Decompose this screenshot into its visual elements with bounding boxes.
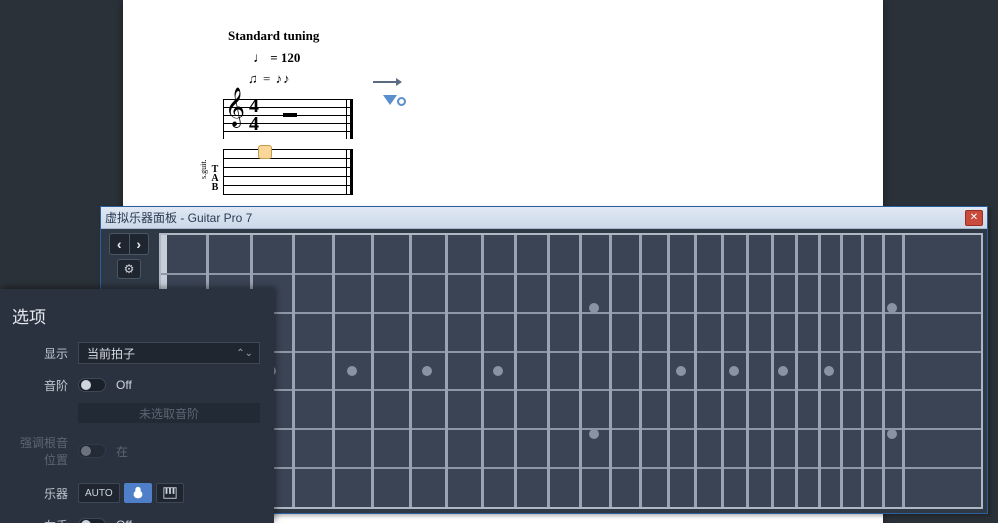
- string-4[interactable]: [161, 389, 981, 391]
- instrument-guitar-button[interactable]: [124, 483, 152, 503]
- fret-6: [409, 235, 412, 507]
- tempo-value: = 120: [270, 50, 300, 65]
- fret-9: [514, 235, 517, 507]
- scale-state: Off: [116, 378, 132, 392]
- string-1[interactable]: [161, 273, 981, 275]
- fret-21: [840, 235, 843, 507]
- gear-icon: ⚙: [124, 262, 135, 276]
- window-titlebar[interactable]: 虚拟乐器面板 - Guitar Pro 7 ✕: [101, 207, 987, 229]
- notation-staff[interactable]: 𝄞 44: [223, 99, 353, 139]
- nav-next-button[interactable]: ›: [130, 234, 149, 254]
- string-5[interactable]: [161, 428, 981, 430]
- string-3[interactable]: [161, 351, 981, 353]
- close-icon: ✕: [970, 212, 978, 223]
- fret-7: [445, 235, 448, 507]
- lefthand-state: Off: [116, 518, 132, 523]
- tab-staff[interactable]: s.guit. TAB: [223, 149, 353, 195]
- string-6[interactable]: [161, 467, 981, 469]
- fret-19: [795, 235, 798, 507]
- instrument-segment-group: AUTO: [78, 483, 184, 503]
- fret-20: [818, 235, 821, 507]
- fret-16: [721, 235, 724, 507]
- inlay-dot: [778, 366, 788, 376]
- instrument-piano-button[interactable]: [156, 483, 184, 503]
- inlay-dot: [887, 429, 897, 439]
- fret-5: [371, 235, 374, 507]
- fret-22: [861, 235, 864, 507]
- inlay-dot: [347, 366, 357, 376]
- fret-17: [746, 235, 749, 507]
- fretboard[interactable]: [159, 233, 983, 509]
- instrument-auto-button[interactable]: AUTO: [78, 483, 120, 503]
- inlay-dot: [589, 303, 599, 313]
- tuning-label: Standard tuning: [228, 28, 428, 44]
- track-label: s.guit.: [199, 159, 208, 179]
- fret-24: [902, 235, 905, 507]
- fret-10: [547, 235, 550, 507]
- chevron-updown-icon: ⌃⌄: [236, 348, 253, 359]
- quarter-note-icon: ♩: [253, 51, 267, 66]
- display-label: 显示: [12, 345, 68, 362]
- fret-23: [882, 235, 885, 507]
- inlay-dot: [676, 366, 686, 376]
- nav-prev-button[interactable]: ‹: [110, 234, 130, 254]
- options-title: 选项: [12, 303, 260, 328]
- tempo-marking: ♩ = 120: [253, 50, 428, 67]
- fretboard-settings-button[interactable]: ⚙: [117, 259, 141, 279]
- guitar-icon: [131, 486, 145, 500]
- inlay-dot: [422, 366, 432, 376]
- inlay-dot: [824, 366, 834, 376]
- playhead-marker[interactable]: [383, 95, 397, 105]
- root-toggle: [78, 444, 106, 458]
- fret-12: [609, 235, 612, 507]
- instrument-label: 乐器: [12, 485, 68, 502]
- whole-rest: [283, 113, 297, 117]
- options-panel: 选项 显示 当前拍子 ⌃⌄ 音阶 Off 未选取音阶 强调根音位置 在 乐器 A…: [0, 289, 274, 523]
- inlay-dot: [887, 303, 897, 313]
- inlay-dot: [493, 366, 503, 376]
- display-select[interactable]: 当前拍子 ⌃⌄: [78, 342, 260, 364]
- fret-18: [771, 235, 774, 507]
- score-area: Standard tuning ♩ = 120 ♫ = ♪♪ 𝄞 44: [198, 28, 428, 195]
- scale-toggle[interactable]: [78, 378, 106, 392]
- fretboard-nav: ‹ ›: [109, 233, 149, 255]
- tab-label: TAB: [209, 165, 221, 192]
- scale-label: 音阶: [12, 377, 68, 394]
- treble-clef-icon: 𝄞: [225, 91, 245, 125]
- window-title: 虚拟乐器面板 - Guitar Pro 7: [105, 209, 965, 226]
- fret-11: [579, 235, 582, 507]
- piano-icon: [163, 486, 177, 500]
- selected-note-cursor[interactable]: [258, 145, 272, 159]
- display-value: 当前拍子: [87, 345, 135, 362]
- fret-13: [639, 235, 642, 507]
- fret-14: [667, 235, 670, 507]
- fret-4: [332, 235, 335, 507]
- lefthand-label: 左手: [12, 517, 68, 523]
- close-button[interactable]: ✕: [965, 210, 983, 226]
- lefthand-toggle[interactable]: [78, 518, 106, 523]
- string-2[interactable]: [161, 312, 981, 314]
- root-label: 强调根音位置: [12, 434, 68, 468]
- time-signature: 44: [249, 97, 259, 133]
- inlay-dot: [729, 366, 739, 376]
- scale-subselect[interactable]: 未选取音阶: [78, 403, 260, 423]
- root-state: 在: [116, 443, 128, 460]
- fret-3: [292, 235, 295, 507]
- fret-15: [694, 235, 697, 507]
- fret-8: [481, 235, 484, 507]
- inlay-dot: [589, 429, 599, 439]
